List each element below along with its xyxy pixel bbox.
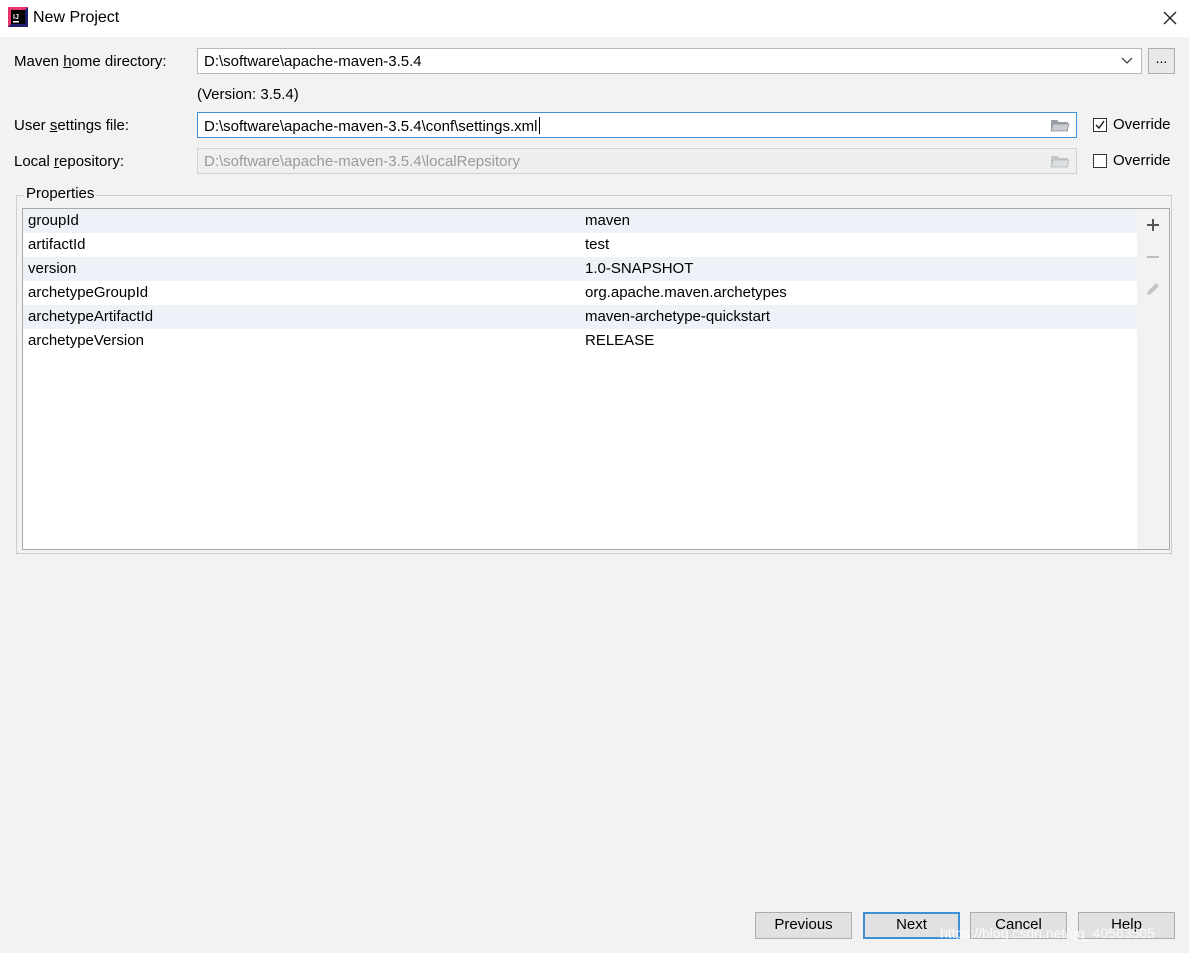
table-row[interactable]: archetypeGroupId org.apache.maven.archet… — [23, 281, 1137, 305]
property-value: maven — [585, 212, 631, 229]
chevron-down-icon[interactable] — [1121, 57, 1133, 65]
table-row[interactable]: artifactId test — [23, 233, 1137, 257]
text-caret — [538, 117, 540, 134]
close-icon[interactable] — [1160, 8, 1180, 28]
property-key: archetypeGroupId — [28, 284, 149, 301]
remove-icon[interactable] — [1144, 248, 1162, 266]
user-settings-value: D:\software\apache-maven-3.5.4\conf\sett… — [204, 118, 538, 135]
watermark-text: https://blog.csdn.net/qq_40563505 — [940, 925, 1155, 941]
local-repository-override-checkbox[interactable] — [1093, 154, 1107, 168]
local-repository-value: D:\software\apache-maven-3.5.4\localReps… — [204, 153, 520, 170]
user-settings-input[interactable]: D:\software\apache-maven-3.5.4\conf\sett… — [197, 112, 1077, 138]
local-repository-override-label: Override — [1113, 152, 1171, 169]
table-row[interactable]: groupId maven — [23, 209, 1137, 233]
table-row[interactable]: archetypeVersion RELEASE — [23, 329, 1137, 353]
intellij-idea-icon: IJ — [8, 7, 28, 27]
checkmark-icon — [1095, 120, 1105, 130]
folder-icon[interactable] — [1050, 118, 1070, 133]
property-key: archetypeVersion — [28, 332, 144, 349]
user-settings-override-label: Override — [1113, 116, 1171, 133]
property-value: test — [585, 236, 610, 253]
title-bar: IJ New Project — [0, 0, 1194, 37]
property-key: version — [28, 260, 77, 277]
previous-button[interactable]: Previous — [755, 912, 852, 939]
properties-legend: Properties — [24, 185, 97, 202]
maven-home-label: Maven home directory: — [14, 53, 167, 70]
maven-home-value: D:\software\apache-maven-3.5.4 — [204, 53, 422, 70]
add-icon[interactable] — [1144, 216, 1162, 234]
table-row[interactable]: archetypeArtifactId maven-archetype-quic… — [23, 305, 1137, 329]
background-strip — [1189, 0, 1194, 953]
svg-text:IJ: IJ — [13, 14, 19, 21]
property-value: maven-archetype-quickstart — [585, 308, 771, 325]
maven-version-text: (Version: 3.5.4) — [197, 86, 299, 103]
maven-home-combobox[interactable]: D:\software\apache-maven-3.5.4 — [197, 48, 1142, 74]
user-settings-label: User settings file: — [14, 117, 130, 134]
property-value: 1.0-SNAPSHOT — [585, 260, 694, 277]
browse-maven-home-button[interactable]: ... — [1148, 48, 1175, 74]
properties-table[interactable]: groupId maven artifactId test version 1.… — [22, 208, 1138, 550]
user-settings-override-checkbox[interactable] — [1093, 118, 1107, 132]
table-row[interactable]: version 1.0-SNAPSHOT — [23, 257, 1137, 281]
local-repository-label: Local repository: — [14, 153, 125, 170]
property-key: archetypeArtifactId — [28, 308, 154, 325]
property-key: groupId — [28, 212, 79, 229]
local-repository-input: D:\software\apache-maven-3.5.4\localReps… — [197, 148, 1077, 174]
property-value: RELEASE — [585, 332, 655, 349]
property-key: artifactId — [28, 236, 86, 253]
edit-pencil-icon[interactable] — [1144, 280, 1162, 298]
property-value: org.apache.maven.archetypes — [585, 284, 787, 301]
window-title: New Project — [33, 9, 120, 26]
folder-icon — [1050, 156, 1070, 168]
